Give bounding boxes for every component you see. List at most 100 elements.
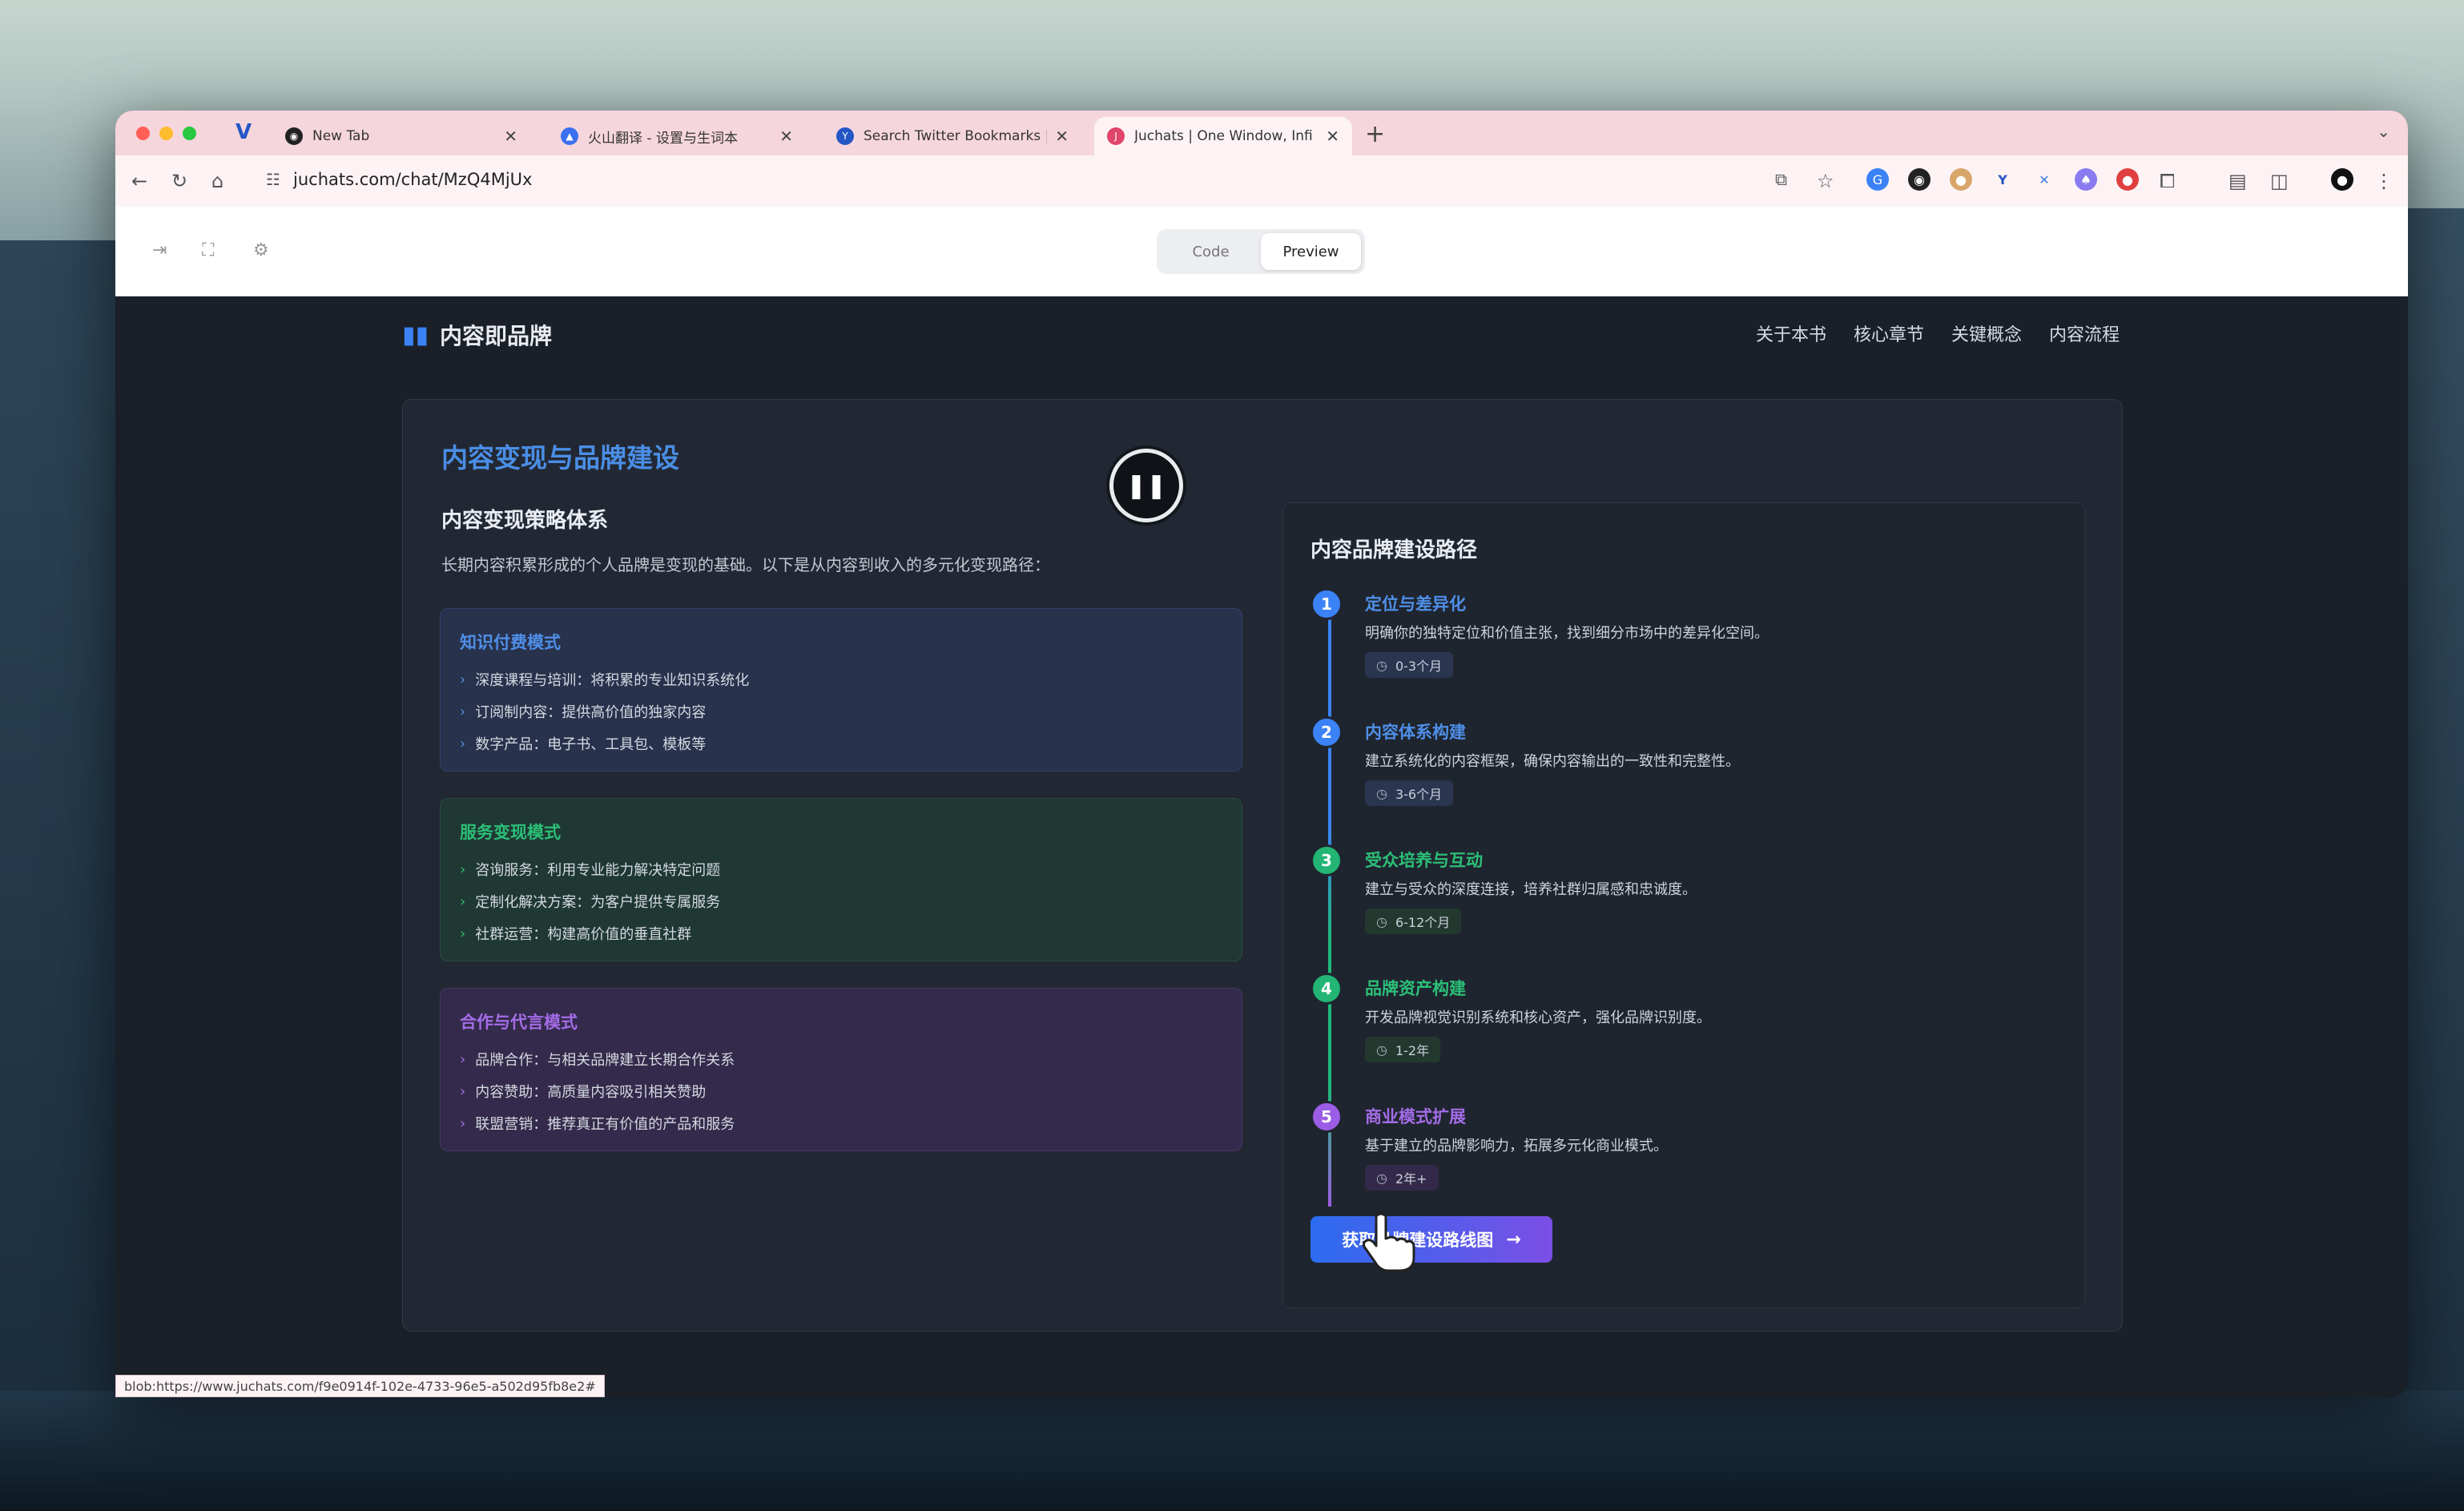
tab-new-tab[interactable]: ◉ New Tab ✕ — [272, 117, 530, 155]
list-item: › 品牌合作：与相关品牌建立长期合作关系 — [460, 1043, 1222, 1075]
duration-text: 1-2年 — [1395, 1043, 1430, 1058]
bookmark-star-icon[interactable]: ☆ — [1817, 170, 1834, 192]
tab-close-icon[interactable]: ✕ — [1326, 127, 1339, 146]
nav-link-chapters[interactable]: 核心章节 — [1854, 320, 1924, 346]
background-mountain-right — [2400, 208, 2464, 1410]
mode-title: 服务变现模式 — [460, 823, 561, 842]
site-info-icon[interactable]: ☷ — [266, 170, 280, 189]
mode-title: 合作与代言模式 — [460, 1013, 578, 1032]
tab-close-icon[interactable]: ✕ — [504, 127, 517, 146]
close-window-button[interactable] — [136, 127, 150, 140]
nav-link-concepts[interactable]: 关键概念 — [1951, 320, 2022, 346]
section-lead: 长期内容积累形成的个人品牌是变现的基础。以下是从内容到收入的多元化变现路径： — [441, 555, 1050, 574]
clock-icon: ◷ — [1376, 913, 1387, 929]
tab-title: Juchats | One Window, Infi — [1134, 128, 1313, 144]
monetization-section: 内容变现与品牌建设 内容变现策略体系 长期内容积累形成的个人品牌是变现的基础。以… — [402, 399, 2123, 1332]
roadmap-step-1: 1 定位与差异化 明确你的独特定位和价值主张，找到细分市场中的差异化空间。 ◷ 0… — [1311, 588, 2055, 708]
nav-link-process[interactable]: 内容流程 — [2049, 320, 2120, 346]
tab-title: New Tab — [312, 128, 370, 144]
minimize-window-button[interactable] — [159, 127, 173, 140]
link-status-bar: blob:https://www.juchats.com/f9e0914f-10… — [115, 1375, 605, 1397]
list-item: › 深度课程与培训：将积累的专业知识系统化 — [460, 663, 1222, 695]
extension-icon[interactable]: Y — [1991, 168, 2014, 191]
extension-icon[interactable]: ✕ — [2033, 168, 2055, 191]
extensions-puzzle-icon[interactable]: ⧠ — [2160, 170, 2175, 192]
duration-text: 3-6个月 — [1395, 787, 1443, 802]
twitter-search-icon: Y — [836, 127, 854, 145]
extension-icon[interactable]: G — [1866, 168, 1889, 191]
roadmap-title: 内容品牌建设路径 — [1311, 538, 1478, 562]
chevron-right-icon: › — [460, 703, 466, 720]
list-item-text: 联盟营销：推荐真正有价值的产品和服务 — [475, 1116, 735, 1133]
collapse-sidebar-icon[interactable]: ⇥ — [152, 240, 167, 260]
site-menu: 关于本书 核心章节 关键概念 内容流程 — [1756, 320, 2120, 346]
list-item: › 社群运营：构建高价值的垂直社群 — [460, 917, 1222, 949]
duration-text: 2年+ — [1395, 1171, 1427, 1187]
home-icon[interactable]: ⌂ — [211, 170, 223, 192]
list-item-text: 深度课程与培训：将积累的专业知识系统化 — [475, 672, 750, 689]
get-roadmap-button[interactable]: 获取品牌建设路线图 → — [1311, 1216, 1552, 1263]
extension-icon[interactable]: ● — [1950, 168, 1972, 191]
step-number: 1 — [1311, 588, 1343, 620]
preview-tab[interactable]: Preview — [1261, 233, 1361, 270]
volcano-translate-icon: ▲ — [561, 127, 578, 145]
tab-twitter-bookmarks[interactable]: Y Search Twitter Bookmarks | A ✕ — [823, 117, 1081, 155]
fullscreen-icon[interactable]: ⛶ — [202, 240, 214, 260]
nav-link-about[interactable]: 关于本书 — [1756, 320, 1826, 346]
browser-menu-icon[interactable]: ⋮ — [2374, 170, 2394, 192]
code-preview-toggle: Code Preview — [1157, 229, 1365, 274]
step-number: 5 — [1311, 1101, 1343, 1133]
list-item: › 数字产品：电子书、工具包、模板等 — [460, 727, 1222, 760]
step-description: 建立系统化的内容框架，确保内容输出的一致性和完整性。 — [1365, 753, 1740, 770]
step-title: 品牌资产构建 — [1365, 979, 1466, 998]
step-description: 开发品牌视觉识别系统和核心资产，强化品牌识别度。 — [1365, 1009, 1711, 1026]
reload-icon[interactable]: ↻ — [171, 170, 187, 192]
brand-name: 内容即品牌 — [440, 323, 553, 349]
step-number: 4 — [1311, 973, 1343, 1005]
section-subtitle: 内容变现策略体系 — [441, 509, 609, 533]
step-title: 商业模式扩展 — [1365, 1107, 1466, 1126]
tab-search-chevron-icon[interactable]: ⌄ — [2377, 122, 2390, 141]
tab-juchats[interactable]: J Juchats | One Window, Infi ✕ — [1094, 117, 1352, 155]
list-item-text: 定制化解决方案：为客户提供专属服务 — [475, 894, 721, 911]
url-input[interactable]: juchats.com/chat/MzQ4MjUx — [293, 170, 532, 189]
extension-icon[interactable]: ● — [2116, 168, 2139, 191]
window-controls — [136, 127, 196, 140]
list-item: › 定制化解决方案：为客户提供专属服务 — [460, 885, 1222, 917]
address-bar: ← ↻ ⌂ ☷ juchats.com/chat/MzQ4MjUx ⧉ ☆ G … — [115, 155, 2408, 207]
list-item: › 咨询服务：利用专业能力解决特定问题 — [460, 853, 1222, 885]
roadmap-step-2: 2 内容体系构建 建立系统化的内容框架，确保内容输出的一致性和完整性。 ◷ 3-6… — [1311, 716, 2055, 836]
step-title: 内容体系构建 — [1365, 723, 1466, 742]
settings-icon[interactable]: ⚙ — [253, 240, 269, 260]
reading-list-icon[interactable]: ▤ — [2228, 170, 2247, 192]
back-arrow-icon[interactable]: ← — [131, 170, 147, 192]
list-item-text: 咨询服务：利用专业能力解决特定问题 — [475, 862, 721, 879]
maximize-window-button[interactable] — [183, 127, 196, 140]
side-panel-icon[interactable]: ◫ — [2270, 170, 2289, 192]
profile-avatar[interactable]: ● — [2331, 168, 2353, 191]
step-title: 定位与差异化 — [1365, 594, 1466, 614]
juchats-icon: J — [1107, 127, 1125, 145]
clock-icon: ◷ — [1376, 1042, 1387, 1058]
list-item-text: 内容赞助：高质量内容吸引相关赞助 — [475, 1084, 707, 1101]
new-tab-plus-icon[interactable]: + — [1365, 120, 1385, 148]
section-title: 内容变现与品牌建设 — [441, 442, 679, 473]
list-item-text: 数字产品：电子书、工具包、模板等 — [475, 736, 707, 753]
v-logo-icon[interactable]: V — [236, 120, 252, 144]
install-app-icon[interactable]: ⧉ — [1775, 170, 1787, 190]
tab-volcano-translate[interactable]: ▲ 火山翻译 - 设置与生词本 ✕ — [548, 117, 806, 155]
step-title: 受众培养与互动 — [1365, 851, 1483, 870]
site-brand[interactable]: ▮▮ 内容即品牌 — [402, 319, 552, 351]
tab-close-icon[interactable]: ✕ — [1055, 127, 1069, 146]
pause-recording-button[interactable]: ❚❚ — [1109, 449, 1183, 522]
list-item-text: 品牌合作：与相关品牌建立长期合作关系 — [475, 1052, 735, 1069]
roadmap-step-5: 5 商业模式扩展 基于建立的品牌影响力，拓展多元化商业模式。 ◷ 2年+ — [1311, 1101, 2055, 1221]
list-item: › 联盟营销：推荐真正有价值的产品和服务 — [460, 1107, 1222, 1139]
browser-window: V ◉ New Tab ✕ ▲ 火山翻译 - 设置与生词本 ✕ Y Search… — [115, 111, 2408, 1397]
tab-close-icon[interactable]: ✕ — [779, 127, 793, 146]
extension-icon[interactable]: ♠ — [2075, 168, 2097, 191]
code-tab[interactable]: Code — [1161, 233, 1261, 270]
roadmap-step-4: 4 品牌资产构建 开发品牌视觉识别系统和核心资产，强化品牌识别度。 ◷ 1-2年 — [1311, 973, 2055, 1093]
chevron-right-icon: › — [460, 1082, 466, 1100]
extension-icon[interactable]: ◉ — [1908, 168, 1931, 191]
